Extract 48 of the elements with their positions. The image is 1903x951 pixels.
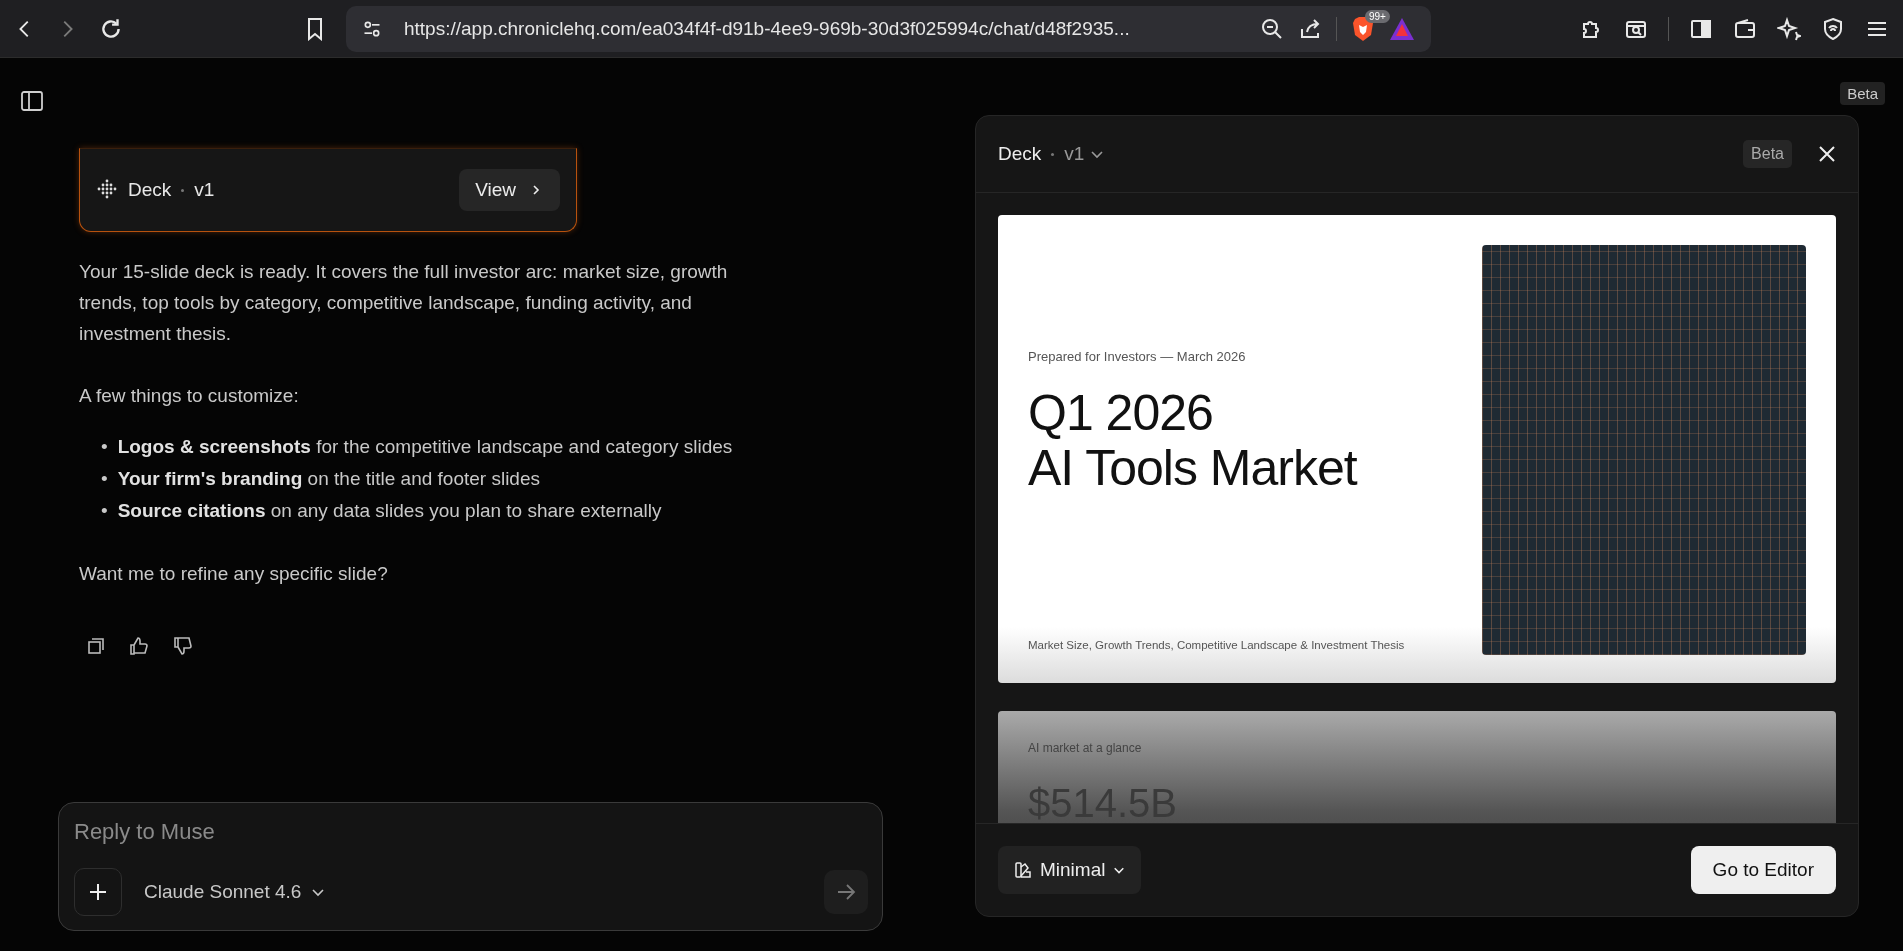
thumbs-down-icon[interactable]: [173, 637, 193, 655]
bullet-marker: •: [101, 435, 108, 459]
beta-badge: Beta: [1743, 140, 1792, 168]
view-button[interactable]: View: [459, 169, 560, 211]
slide-subtitle: Market Size, Growth Trends, Competitive Landscape & Investment Thesis: [1028, 639, 1406, 651]
url-text: https://app.chroniclehq.com/ea034f4f-d91b-4ee9-969b-30d3f025994c/chat/d48f2935...: [404, 17, 1131, 40]
copy-icon[interactable]: [87, 637, 105, 655]
bullet-item: Logos & screenshots for the competitive landscape and category slides: [117, 435, 733, 459]
separator-dot: [181, 188, 185, 192]
message-paragraph: A few things to customize:: [79, 384, 300, 408]
go-to-editor-button[interactable]: Go to Editor: [1690, 846, 1836, 894]
theme-dropdown[interactable]: Minimal: [998, 846, 1142, 894]
version-dropdown[interactable]: v1: [1064, 143, 1105, 165]
model-selector[interactable]: Claude Sonnet 4.6: [144, 881, 326, 903]
slide-heading: Q1 2026 AI Tools Market: [1028, 386, 1359, 496]
message-paragraph: Want me to refine any specific slide?: [79, 562, 389, 586]
bullet-marker: •: [101, 467, 108, 491]
sidebar-toggle-icon[interactable]: [21, 91, 43, 111]
notification-badge: 99+: [1365, 9, 1390, 23]
slide-eyebrow: AI market at a glance: [1028, 741, 1143, 755]
slide-preview[interactable]: Prepared for Investors — March 2026 Q1 2026 AI Tools Market Market Size, Growth Trends, Competitive Landscape & Investment Thesis: [998, 215, 1836, 683]
add-button[interactable]: [74, 868, 122, 916]
panel-title: Deck: [998, 143, 1042, 165]
swatch-icon: [1014, 861, 1032, 879]
bullet-marker: •: [101, 499, 108, 523]
artifact-title: Deck: [128, 179, 172, 201]
bullet-item: Your firm's branding on the title and footer slides: [117, 467, 540, 491]
reply-input[interactable]: Reply to Muse: [74, 817, 868, 847]
artifact-card[interactable]: Deck v1 View: [79, 148, 577, 232]
slide-eyebrow: Prepared for Investors — March 2026: [1028, 349, 1247, 364]
zoom-out-icon[interactable]: [1260, 16, 1284, 41]
chevron-right-icon: [530, 184, 542, 196]
separator-dot: [1051, 152, 1055, 156]
wallet-icon[interactable]: [1733, 16, 1757, 41]
thumbs-up-icon[interactable]: [129, 637, 149, 655]
close-icon[interactable]: [1818, 145, 1836, 163]
plus-icon: [88, 882, 108, 902]
shield-icon[interactable]: [1821, 16, 1845, 41]
share-icon[interactable]: [1298, 16, 1322, 41]
bullet-item: Source citations on any data slides you plan to share externally: [117, 499, 662, 523]
address-bar[interactable]: https://app.chroniclehq.com/ea034f4f-d91b-4ee9-969b-30d3f025994c/chat/d48f2935... 99+: [346, 5, 1431, 52]
beta-badge: Beta: [1840, 82, 1885, 105]
send-button[interactable]: [824, 870, 868, 914]
version-label: v1: [194, 179, 215, 201]
message-paragraph: Your 15-slide deck is ready. It covers the full investor arc: market size, growth trends, top tools by category, competitive landscape, funding activity, and investment thesis.: [79, 260, 729, 346]
sparkle-icon[interactable]: [1777, 16, 1801, 41]
dot-grid-icon: [96, 179, 118, 201]
triangle-icon[interactable]: [1389, 16, 1415, 41]
